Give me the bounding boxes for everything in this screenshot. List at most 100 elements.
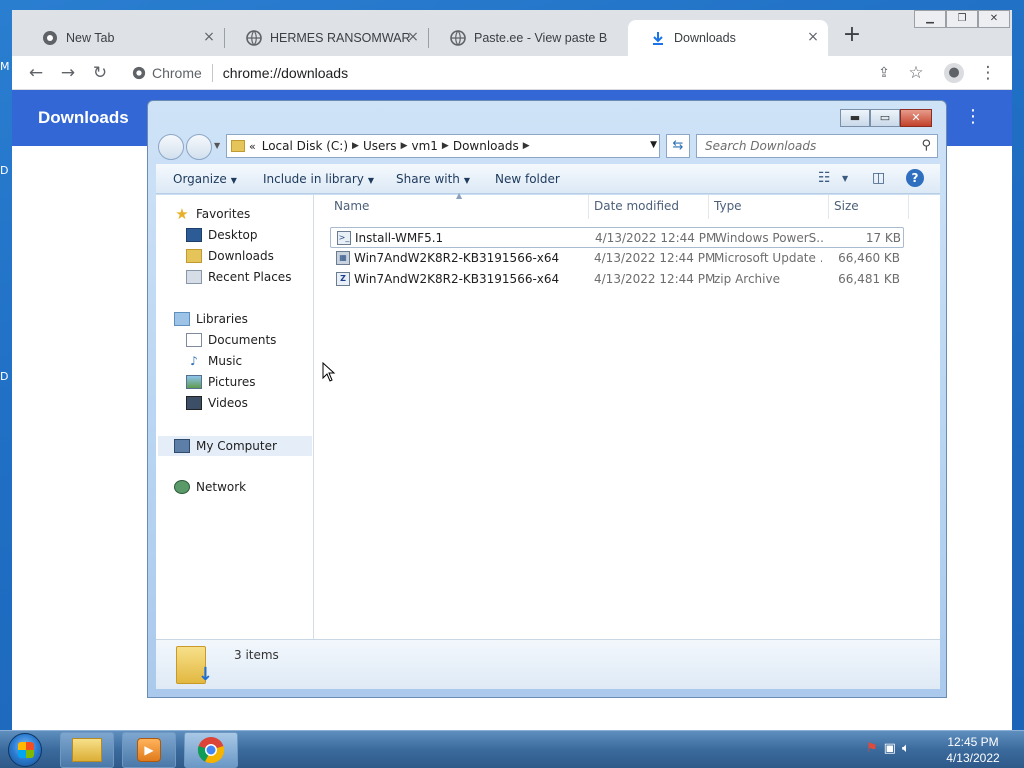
network-tray-icon[interactable]: ▣	[884, 741, 902, 756]
tab-downloads[interactable]: Downloads ×	[628, 20, 828, 56]
nav-my-computer[interactable]: My Computer	[158, 436, 312, 456]
nav-music[interactable]: ♪ Music	[186, 354, 242, 368]
file-date: 4/13/2022 12:44 PM	[595, 231, 717, 245]
column-header-name[interactable]: Name	[334, 199, 369, 213]
recent-places-icon	[186, 270, 202, 284]
omnibox-site-label: Chrome	[152, 65, 202, 81]
breadcrumb-arrow-icon[interactable]: ▶	[442, 141, 449, 151]
file-row[interactable]: ▦ Win7AndW2K8R2-KB3191566-x64 4/13/2022 …	[330, 248, 904, 269]
item-count: 3 items	[234, 648, 279, 662]
media-player-icon: ▶	[137, 738, 161, 762]
file-row[interactable]: >_ Install-WMF5.1 4/13/2022 12:44 PM Win…	[330, 227, 904, 248]
nav-videos[interactable]: Videos	[186, 396, 248, 410]
back-button[interactable]	[158, 134, 184, 160]
breadcrumb-vm1[interactable]: vm1	[411, 139, 437, 153]
help-icon[interactable]: ?	[906, 169, 924, 187]
column-divider	[708, 195, 709, 219]
preview-pane-icon[interactable]: ◫	[872, 170, 885, 186]
breadcrumb-users[interactable]: Users	[363, 139, 397, 153]
column-header-date[interactable]: Date modified	[594, 199, 679, 213]
download-arrow-icon: ↓	[197, 664, 213, 685]
profile-avatar-icon[interactable]: ●	[944, 63, 964, 83]
main-pane: ★ Favorites Desktop Downloads Recent Plac…	[156, 191, 940, 639]
tab-hermes-ransomware[interactable]: HERMES RANSOMWARE ×	[224, 20, 428, 56]
search-input[interactable]: Search Downloads ⚲	[696, 134, 938, 158]
action-center-flag-icon[interactable]: ⚑	[866, 741, 884, 756]
nav-favorites[interactable]: ★ Favorites	[174, 205, 250, 223]
navigation-pane: ★ Favorites Desktop Downloads Recent Plac…	[156, 195, 314, 639]
downloads-menu-icon[interactable]: ⋮	[964, 106, 982, 127]
overflow-chevron-icon: «	[249, 139, 256, 153]
omnibox[interactable]: Chrome chrome://downloads	[122, 59, 932, 87]
dropdown-arrow-icon: ▼	[367, 176, 375, 185]
taskbar-chrome-button[interactable]	[184, 732, 238, 768]
column-divider	[588, 195, 589, 219]
clock-date: 4/13/2022	[946, 751, 1000, 765]
organize-label: Organize	[173, 172, 227, 186]
share-icon[interactable]: ⇪	[874, 63, 894, 83]
view-options-icon[interactable]: ☷	[818, 170, 831, 186]
page-title: Downloads	[38, 108, 129, 127]
reload-icon[interactable]: ↻	[90, 63, 110, 83]
file-size: 66,481 KB	[838, 272, 900, 286]
nav-libraries[interactable]: Libraries	[174, 312, 248, 326]
nav-pictures[interactable]: Pictures	[186, 375, 256, 389]
breadcrumb-arrow-icon[interactable]: ▶	[352, 141, 359, 151]
clock[interactable]: 12:45 PM 4/13/2022	[938, 734, 1008, 766]
view-dropdown-icon[interactable]: ▼	[842, 174, 848, 183]
file-list: ▲ Name Date modified Type Size >_ Instal…	[316, 191, 940, 639]
nav-network[interactable]: Network	[174, 480, 246, 494]
organize-button[interactable]: Organize ▼	[173, 172, 237, 186]
share-with-button[interactable]: Share with ▼	[396, 172, 470, 186]
file-row[interactable]: Z Win7AndW2K8R2-KB3191566-x64 4/13/2022 …	[330, 269, 904, 290]
system-tray: ⚑▣🔈︎	[866, 741, 916, 756]
forward-button[interactable]	[186, 134, 212, 160]
taskbar-explorer-button[interactable]	[60, 732, 114, 768]
close-tab-icon[interactable]: ×	[202, 30, 216, 44]
explorer-window: ▬ ▭ ✕ ▼ « Local Disk (C:) ▶ Users ▶ vm1 …	[147, 100, 947, 698]
file-name: Install-WMF5.1	[355, 231, 444, 245]
taskbar: ▶ ⚑▣🔈︎ 12:45 PM 4/13/2022	[0, 730, 1024, 768]
breadcrumb-local-disk[interactable]: Local Disk (C:)	[262, 139, 348, 153]
close-button[interactable]: ✕	[978, 10, 1010, 28]
forward-icon[interactable]: →	[58, 63, 78, 83]
chrome-icon	[197, 737, 225, 764]
back-icon[interactable]: ←	[26, 63, 46, 83]
new-tab-button[interactable]: +	[840, 24, 864, 48]
nav-downloads[interactable]: Downloads	[186, 249, 274, 263]
breadcrumb-arrow-icon[interactable]: ▶	[523, 141, 530, 151]
search-icon[interactable]: ⚲	[921, 138, 931, 153]
file-size: 66,460 KB	[838, 251, 900, 265]
maximize-button[interactable]: ▭	[870, 109, 900, 127]
kebab-menu-icon[interactable]: ⋮	[978, 63, 998, 83]
close-tab-icon[interactable]: ×	[806, 30, 820, 44]
column-header-type[interactable]: Type	[714, 199, 742, 213]
address-bar[interactable]: « Local Disk (C:) ▶ Users ▶ vm1 ▶ Downlo…	[226, 134, 660, 158]
folder-icon	[72, 738, 102, 762]
refresh-icon[interactable]: ⇆	[666, 134, 690, 158]
breadcrumb-arrow-icon[interactable]: ▶	[401, 141, 408, 151]
tab-label: New Tab	[66, 31, 115, 45]
nav-desktop[interactable]: Desktop	[186, 228, 258, 242]
close-tab-icon[interactable]: ×	[406, 30, 420, 44]
minimize-button[interactable]: ▬	[840, 109, 870, 127]
taskbar-media-player-button[interactable]: ▶	[122, 732, 176, 768]
bookmark-star-icon[interactable]: ☆	[906, 63, 926, 83]
recent-pages-dropdown-icon[interactable]: ▼	[214, 141, 220, 150]
update-package-icon: ▦	[336, 251, 350, 265]
maximize-button[interactable]: ❐	[946, 10, 978, 28]
nav-recent-places[interactable]: Recent Places	[186, 270, 291, 284]
new-folder-button[interactable]: New folder	[495, 172, 560, 186]
address-dropdown-icon[interactable]: ▼	[650, 140, 657, 150]
column-header-size[interactable]: Size	[834, 199, 859, 213]
close-button[interactable]: ✕	[900, 109, 932, 127]
star-icon: ★	[175, 205, 189, 223]
volume-icon[interactable]: 🔈︎	[902, 741, 916, 756]
include-in-library-button[interactable]: Include in library ▼	[263, 172, 374, 186]
minimize-button[interactable]: ▁	[914, 10, 946, 28]
start-button[interactable]	[8, 733, 42, 767]
tab-paste-ee[interactable]: Paste.ee - View paste Bn7	[428, 20, 628, 56]
breadcrumb-downloads[interactable]: Downloads	[453, 139, 519, 153]
tab-new-tab[interactable]: New Tab ×	[20, 20, 224, 56]
nav-documents[interactable]: Documents	[186, 333, 276, 347]
